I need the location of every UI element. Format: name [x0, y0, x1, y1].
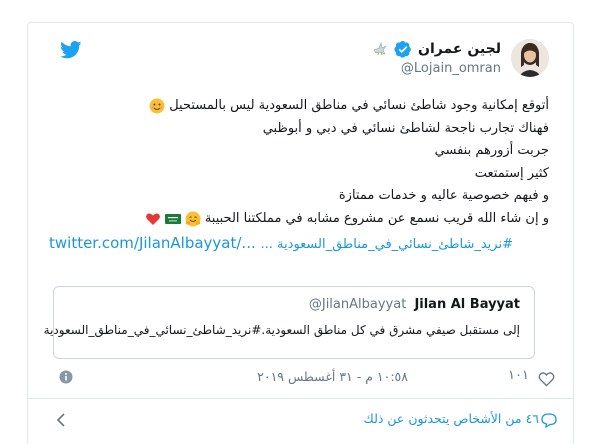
tweet-meta-row: ١٠:٥٨ م - ٣١ أغسطس ٢٠١٩ ١٠١	[28, 368, 573, 390]
people-talking-link[interactable]: ٤٦ من الأشخاص يتحدثون عن ذلك	[364, 411, 539, 426]
author-handle[interactable]: @Lojain_omran	[401, 61, 501, 76]
hashtag-link[interactable]: #نريد_شاطئ_نسائي_في_مناطق_السعودية ...	[261, 237, 513, 252]
tweet-links: twitter.com/JilanAlbayyat/... #نريد_شاطئ…	[49, 232, 549, 257]
smiling-face-emoji-icon	[149, 98, 165, 114]
hugging-face-emoji-icon	[185, 211, 201, 227]
tweet-body: أتوقع إمكانية وجود شاطئ نسائي في مناطق ا…	[49, 95, 549, 257]
quoted-tweet-name: Jilan Al Bayyat	[414, 297, 520, 312]
chevron-left-icon[interactable]	[56, 413, 66, 427]
dove-icon	[373, 41, 387, 56]
verified-badge-icon	[394, 41, 411, 58]
comment-bubble-icon	[541, 413, 557, 428]
divider	[28, 398, 573, 399]
heart-icon[interactable]	[538, 371, 555, 387]
quoted-tweet-text: إلى مستقبل صيفي مشرق في كل مناطق السعودي…	[43, 323, 520, 337]
tweet-timestamp[interactable]: ١٠:٥٨ م - ٣١ أغسطس ٢٠١٩	[257, 369, 408, 384]
embedded-tweet-card: لجين عمران @Lojain_omran أتوقع إمكانية و…	[27, 22, 574, 444]
red-heart-emoji-icon	[145, 213, 160, 225]
saudi-flag-icon	[164, 213, 181, 224]
quoted-tweet[interactable]: @JilanAlbayyat Jilan Al Bayyat إلى مستقب…	[44, 286, 535, 359]
twitter-bird-icon[interactable]	[60, 41, 82, 59]
avatar-image	[511, 39, 549, 77]
avatar[interactable]	[511, 39, 549, 77]
info-icon[interactable]	[59, 370, 73, 384]
quoted-tweet-header: @JilanAlbayyat Jilan Al Bayyat	[309, 297, 520, 312]
tweet-line: فهناك تجارب ناجحة لشاطئ نسائي في دبي و أ…	[262, 120, 549, 136]
tweet-line: و فيهم خصوصية عاليه و خدمات ممتازة	[338, 188, 549, 203]
tweet-line: كثير إستمتعت	[474, 165, 549, 181]
quoted-tweet-handle: @JilanAlbayyat	[308, 297, 407, 312]
conversation-row[interactable]: ٤٦ من الأشخاص يتحدثون عن ذلك	[28, 409, 573, 431]
tweet-line: جربت أزورهم بنفسي	[434, 143, 549, 158]
tweet-line: و إن شاء الله قريب نسمع عن مشروع مشابه ف…	[49, 208, 549, 231]
tweet-line: أتوقع إمكانية وجود شاطئ نسائي في مناطق ا…	[49, 95, 549, 118]
author-name-row: لجين عمران	[372, 40, 501, 58]
tweet-link[interactable]: twitter.com/JilanAlbayyat/...	[49, 234, 256, 252]
author-display-name[interactable]: لجين عمران	[418, 41, 501, 57]
like-count[interactable]: ١٠١	[508, 368, 529, 383]
